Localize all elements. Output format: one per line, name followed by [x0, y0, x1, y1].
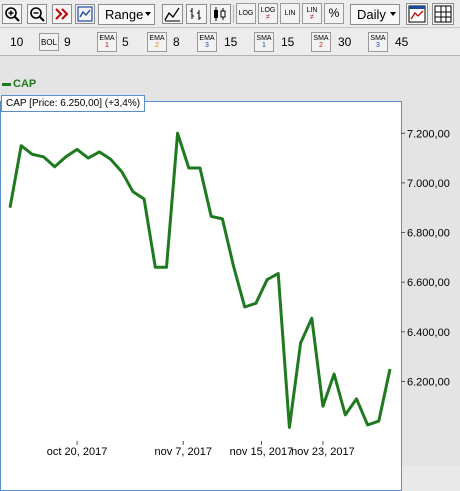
scale-button-2[interactable]: LOG ≠	[258, 3, 278, 24]
scale-button-1[interactable]: LOG	[236, 3, 256, 24]
scale-button-sub: ≠	[266, 13, 270, 21]
scale-button-3[interactable]: LIN	[280, 3, 300, 24]
ema3-value[interactable]: 15	[224, 35, 237, 49]
toolbar-indicators: 10 BOL 9 EMA 1 5 EMA 2 8 EMA 3 15 SMA 1 …	[0, 29, 460, 56]
sma3-sub: 3	[376, 42, 380, 49]
line-chart-button[interactable]	[162, 4, 183, 24]
sma3-button[interactable]: SMA 3	[368, 32, 388, 52]
scale-button-label: LIN	[306, 6, 318, 14]
grid-table-icon	[434, 5, 452, 23]
chart-window-icon	[408, 5, 426, 23]
period-value[interactable]: 10	[10, 35, 23, 49]
zoom-in-icon	[5, 7, 20, 22]
bollinger-label: BOL	[40, 37, 57, 47]
legend-swatch	[2, 82, 11, 86]
chart-area	[0, 56, 460, 491]
sma3-label: SMA	[370, 35, 386, 42]
double-chevron-right-icon	[55, 8, 69, 20]
period-dropdown[interactable]: Daily	[350, 4, 400, 25]
ema3-button[interactable]: EMA 3	[197, 32, 217, 52]
toolbar-divider	[233, 5, 234, 23]
scale-button-label: LIN	[284, 10, 296, 17]
candlestick-button[interactable]	[210, 4, 231, 24]
scale-button-label: LOG	[238, 10, 254, 17]
sma1-label: SMA	[256, 35, 272, 42]
fit-chart-button[interactable]	[75, 4, 95, 24]
grid-table-button[interactable]	[432, 3, 454, 25]
bollinger-button[interactable]: BOL	[39, 33, 59, 51]
zoom-out-icon	[30, 7, 45, 22]
range-dropdown-label: Range	[105, 7, 144, 22]
sma1-value[interactable]: 15	[281, 35, 294, 49]
ema2-button[interactable]: EMA 2	[147, 32, 167, 52]
ema3-sub: 3	[205, 42, 209, 49]
chart-properties-button[interactable]	[406, 3, 428, 25]
sma3-value[interactable]: 45	[395, 35, 408, 49]
ema1-sub: 1	[105, 42, 109, 49]
scale-button-label: LOG	[260, 6, 276, 14]
price-info-text: CAP [Price: 6.250,00] (+3,4%)	[6, 98, 141, 109]
sma1-button[interactable]: SMA 1	[254, 32, 274, 52]
sma1-sub: 1	[262, 42, 266, 49]
chevron-down-icon	[145, 12, 151, 16]
fast-forward-button[interactable]	[52, 4, 72, 24]
sma2-value[interactable]: 30	[338, 35, 351, 49]
scale-button-5[interactable]: %	[324, 3, 344, 24]
ema3-label: EMA	[199, 35, 215, 42]
period-dropdown-label: Daily	[357, 7, 386, 22]
bar-chart-button[interactable]	[186, 4, 207, 24]
line-chart-icon	[164, 7, 180, 22]
legend-series-name: CAP	[13, 78, 37, 90]
sma2-label: SMA	[313, 35, 329, 42]
ema2-label: EMA	[149, 35, 165, 42]
scale-button-4[interactable]: LIN ≠	[302, 3, 322, 24]
fit-chart-icon	[77, 6, 93, 22]
range-dropdown[interactable]: Range	[98, 4, 155, 25]
scale-button-label: %	[328, 6, 340, 20]
bollinger-value[interactable]: 9	[64, 35, 71, 49]
ema1-label: EMA	[99, 35, 115, 42]
ema2-value[interactable]: 8	[173, 35, 180, 49]
ema1-value[interactable]: 5	[122, 35, 129, 49]
price-info-box: CAP [Price: 6.250,00] (+3,4%)	[1, 95, 146, 112]
chevron-down-icon	[390, 12, 396, 16]
ema2-sub: 2	[155, 42, 159, 49]
scale-button-sub: ≠	[310, 13, 314, 21]
zoom-in-button[interactable]	[2, 4, 22, 24]
sma2-button[interactable]: SMA 2	[311, 32, 331, 52]
plot-panel[interactable]	[0, 101, 402, 491]
candlestick-icon	[214, 7, 226, 21]
sma2-sub: 2	[319, 42, 323, 49]
toolbar-top: Range LOG LOG ≠ LIN LIN ≠% Daily	[0, 0, 460, 28]
ohlc-bar-icon	[190, 8, 201, 20]
zoom-out-button[interactable]	[27, 4, 47, 24]
chart-legend: CAP	[2, 78, 36, 90]
ema1-button[interactable]: EMA 1	[97, 32, 117, 52]
